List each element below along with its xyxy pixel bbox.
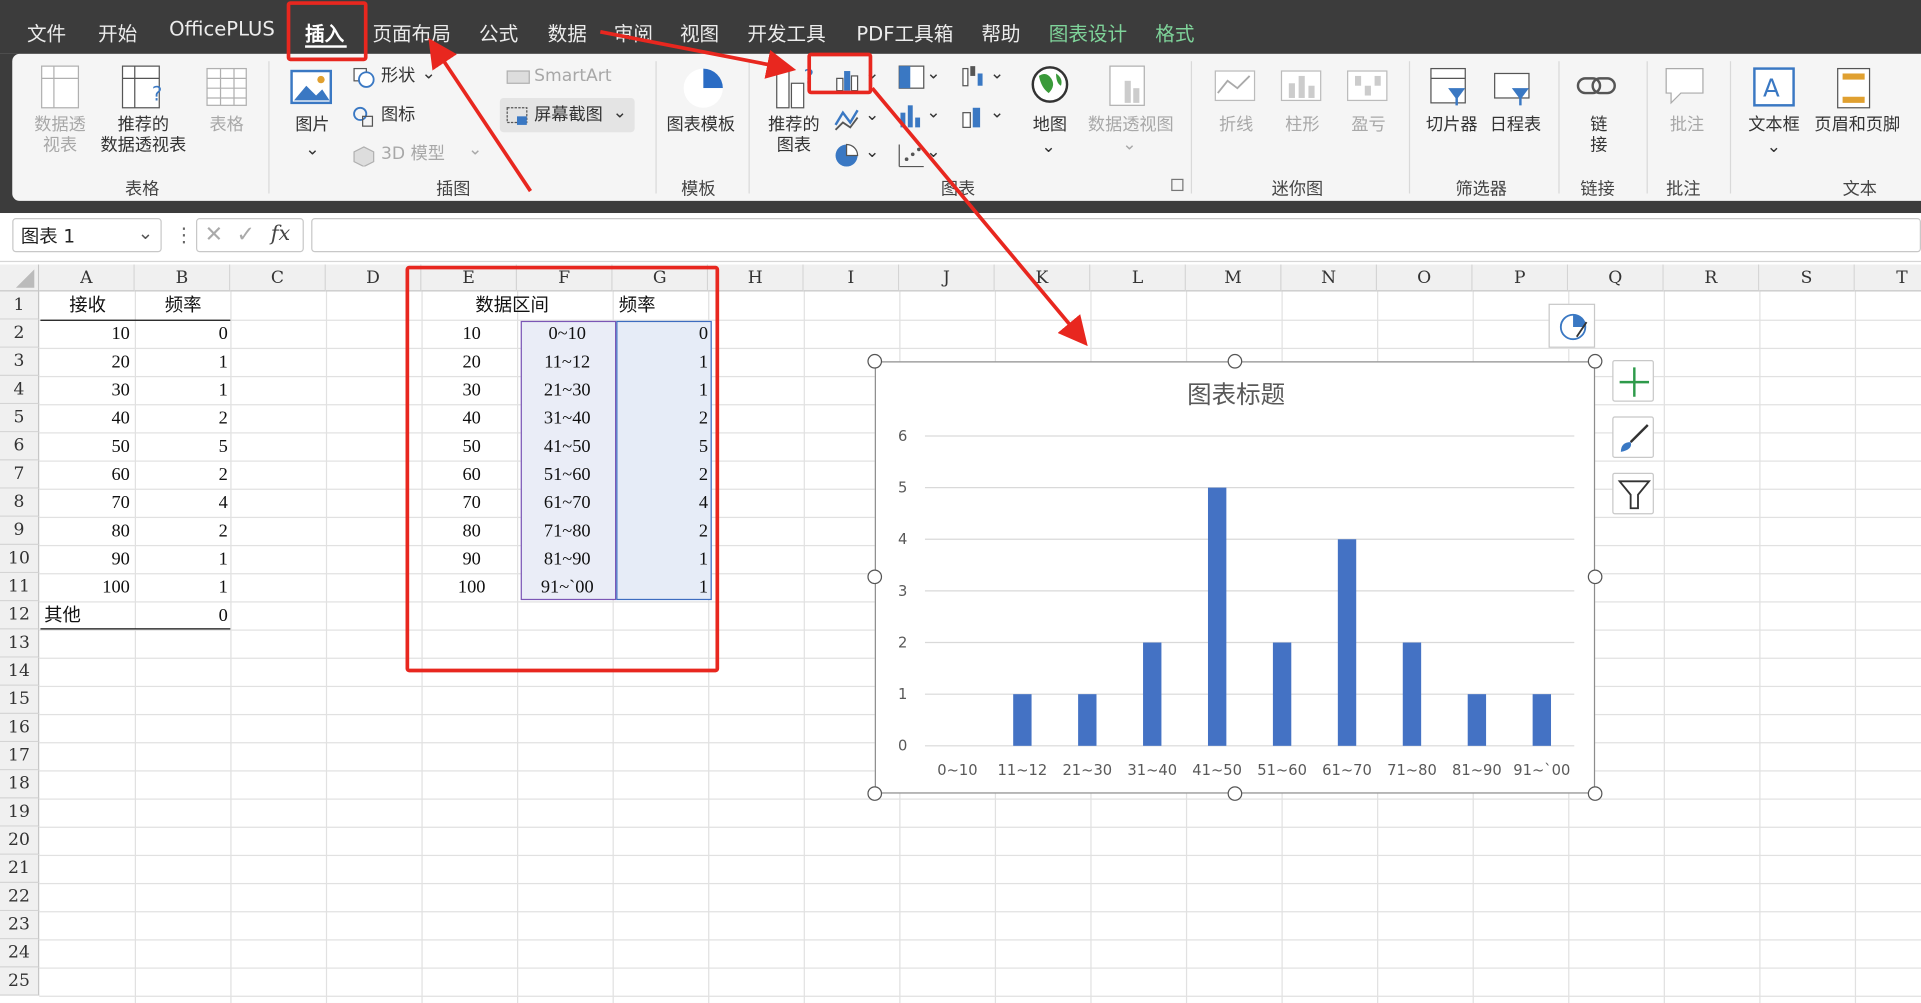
resize-handle[interactable]: [867, 353, 883, 369]
arrow-to-insert-tab: [428, 37, 533, 193]
resize-handle[interactable]: [1227, 353, 1243, 369]
excel-window: 文件 开始 OfficePLUS 插入 页面布局 公式 数据 审阅 视图 开发工…: [0, 0, 1921, 1003]
x-tick-label: 81~90: [1452, 762, 1502, 779]
column-chart: 图表标题 0 1 2 3 4 5 6 0~10 11~12 21~30 31~40 41~50 51~6…: [898, 380, 1575, 779]
chart-bar-4: [1207, 487, 1227, 746]
y-tick-label: 2: [898, 634, 907, 651]
x-tick-label: 31~40: [1127, 762, 1177, 779]
resize-handle[interactable]: [1587, 569, 1603, 585]
x-tick-label: 51~60: [1257, 762, 1307, 779]
x-tick-label: 61~70: [1322, 762, 1372, 779]
chart-bar-3: [1143, 642, 1162, 746]
x-tick-label: 21~30: [1062, 762, 1112, 779]
chart-bar-9: [1532, 694, 1552, 746]
resize-handle[interactable]: [1587, 353, 1603, 369]
chart-area[interactable]: 图表标题 0 1 2 3 4 5 6 0~10 11~12 21~30 31~40 41~50 51~6…: [874, 361, 1596, 794]
y-tick-label: 6: [898, 428, 907, 445]
filter-icon: [1617, 480, 1651, 510]
chart-filters-button[interactable]: [1612, 472, 1654, 515]
chart-bar-6: [1337, 539, 1357, 746]
x-tick-label: 91~`00: [1513, 762, 1570, 779]
plus-icon: [1619, 367, 1650, 397]
chart-bar-1: [1013, 694, 1032, 746]
layout-options-button[interactable]: [1548, 303, 1596, 348]
y-tick-label: 5: [898, 480, 907, 497]
y-tick-label: 1: [898, 686, 907, 703]
y-tick-label: 0: [898, 738, 907, 755]
chart-title: 图表标题: [1187, 380, 1285, 409]
x-tick-label: 11~12: [998, 762, 1048, 779]
brush-icon: [1620, 424, 1649, 452]
chart-bar-2: [1078, 694, 1097, 746]
resize-handle[interactable]: [867, 786, 883, 801]
resize-handle[interactable]: [1587, 786, 1603, 801]
x-tick-label: 0~10: [937, 762, 977, 779]
layout-options-icon: [1559, 313, 1588, 341]
chart-styles-button[interactable]: [1612, 416, 1654, 459]
resize-handle[interactable]: [867, 569, 883, 585]
chart-bar-8: [1467, 694, 1487, 746]
x-tick-label: 71~80: [1387, 762, 1437, 779]
y-tick-label: 3: [898, 583, 907, 600]
x-tick-label: 41~50: [1192, 762, 1242, 779]
y-tick-label: 4: [898, 531, 907, 548]
arrow-to-chart: [870, 86, 1088, 347]
chart-elements-button[interactable]: [1612, 360, 1654, 402]
resize-handle[interactable]: [1227, 786, 1243, 801]
chart-bar-5: [1272, 642, 1292, 746]
arrow-to-column-chart: [599, 30, 797, 79]
chart-bar-7: [1402, 642, 1422, 746]
